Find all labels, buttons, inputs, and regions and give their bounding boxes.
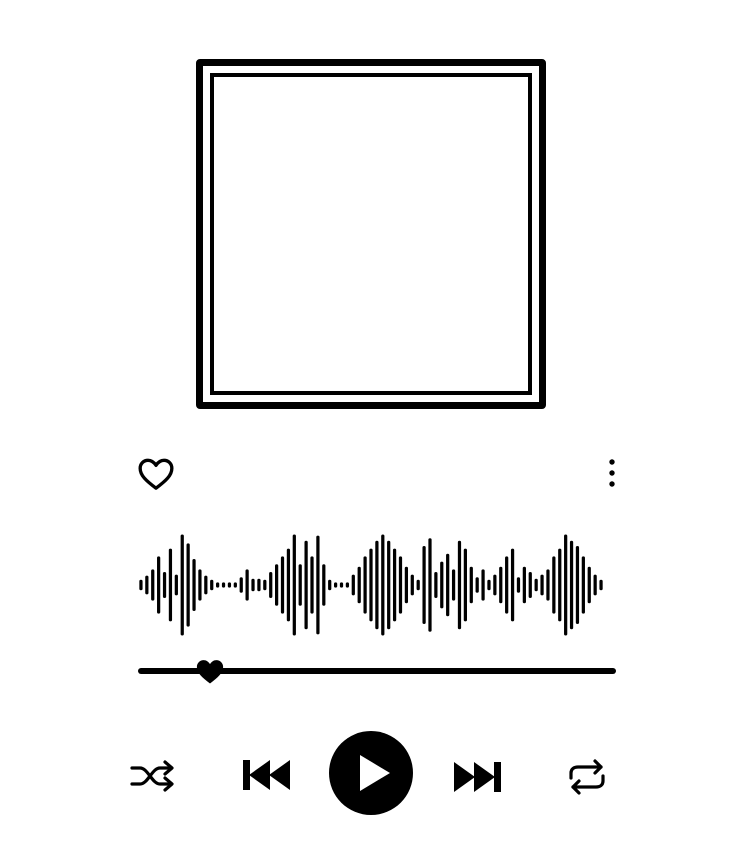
- waveform-bar: [546, 569, 550, 601]
- previous-icon: [243, 760, 290, 790]
- waveform-bar: [316, 535, 320, 635]
- waveform-bar: [251, 578, 255, 592]
- waveform-bar: [381, 534, 385, 636]
- waveform-bar: [469, 566, 473, 604]
- waveform-bar: [410, 574, 414, 596]
- waveform-bar: [180, 534, 184, 636]
- waveform-bar: [345, 582, 350, 588]
- waveform-bar: [369, 548, 373, 622]
- waveform-bar: [204, 575, 208, 595]
- seek-bar[interactable]: [138, 660, 616, 684]
- waveform-bar: [392, 548, 397, 622]
- next-button[interactable]: [450, 758, 504, 796]
- seek-thumb[interactable]: [195, 657, 225, 685]
- shuffle-button[interactable]: [128, 756, 178, 796]
- waveform-bar: [363, 556, 367, 614]
- waveform-bar: [510, 548, 515, 622]
- waveform-bar: [186, 543, 190, 627]
- waveform-bar: [387, 540, 391, 630]
- waveform-bar: [233, 582, 237, 588]
- waveform-bar: [145, 575, 149, 595]
- waveform-bar: [210, 579, 214, 591]
- like-button[interactable]: [136, 454, 176, 494]
- waveform-bar: [157, 556, 161, 614]
- waveform-bar: [339, 582, 344, 588]
- waveform-bar: [139, 579, 143, 591]
- album-art-placeholder: [210, 73, 532, 395]
- waveform-bar: [227, 582, 232, 588]
- waveform-bar: [304, 540, 308, 630]
- waveform-bar: [499, 566, 503, 604]
- waveform-bar: [245, 569, 249, 601]
- waveform-bar: [569, 540, 574, 630]
- waveform-bar: [280, 556, 285, 614]
- shuffle-icon: [130, 760, 174, 792]
- waveform-bar: [221, 582, 226, 588]
- waveform-bar: [333, 582, 338, 588]
- waveform-bar: [151, 569, 155, 601]
- waveform-bar: [416, 579, 420, 591]
- repeat-button[interactable]: [564, 756, 610, 798]
- waveform-bar: [162, 572, 167, 598]
- waveform-bar: [475, 577, 479, 593]
- waveform-bar: [481, 569, 485, 601]
- waveform-bar: [298, 564, 302, 606]
- waveform-bar: [440, 561, 444, 609]
- play-icon: [329, 731, 413, 815]
- heart-filled-icon: [196, 660, 223, 684]
- waveform-bar: [428, 538, 432, 632]
- waveform-bar: [239, 577, 243, 593]
- waveform-bar: [505, 556, 509, 614]
- waveform-bar: [192, 559, 196, 611]
- more-vertical-icon: [609, 459, 615, 487]
- waveform-bar: [599, 579, 603, 591]
- waveform-bar: [593, 574, 597, 596]
- waveform-bar: [257, 578, 261, 592]
- waveform-bar: [534, 578, 538, 592]
- waveform-bar: [269, 572, 273, 598]
- waveform-bar: [558, 548, 562, 622]
- waveform-bar: [422, 546, 426, 624]
- waveform-bar: [275, 564, 279, 606]
- waveform-bar: [434, 572, 438, 598]
- waveform-bar: [540, 574, 544, 596]
- waveform-bar: [463, 548, 467, 622]
- waveform-bar: [292, 534, 296, 636]
- waveform-bar: [404, 566, 409, 604]
- waveform-bar: [587, 566, 591, 604]
- waveform-bar: [322, 564, 326, 606]
- play-button[interactable]: [328, 730, 414, 816]
- waveform-bar: [575, 546, 580, 624]
- waveform-bar: [310, 556, 314, 614]
- waveform-bar: [457, 540, 462, 630]
- waveform-bar: [446, 553, 450, 617]
- waveform-bar: [451, 569, 456, 601]
- waveform-bar: [328, 579, 332, 591]
- previous-button[interactable]: [240, 756, 294, 794]
- waveform-bar: [198, 569, 202, 601]
- waveform-bar: [168, 548, 173, 622]
- audio-waveform: [139, 534, 603, 636]
- repeat-icon: [569, 759, 605, 795]
- album-art-frame: [196, 59, 546, 409]
- waveform-bar: [564, 534, 568, 636]
- waveform-bar: [398, 556, 403, 614]
- waveform-bar: [351, 574, 355, 596]
- waveform-bar: [286, 548, 291, 622]
- heart-outline-icon: [138, 458, 174, 490]
- waveform-bar: [522, 566, 526, 604]
- waveform-bar: [174, 574, 178, 596]
- waveform-bar: [216, 582, 220, 588]
- waveform-bar: [375, 540, 379, 630]
- waveform-bar: [528, 572, 532, 598]
- next-icon: [454, 762, 501, 792]
- waveform-bar: [357, 566, 361, 604]
- waveform-bar: [516, 577, 521, 593]
- more-options-button[interactable]: [600, 456, 624, 492]
- waveform-bar: [493, 574, 497, 596]
- waveform-bar: [487, 579, 491, 591]
- waveform-bar: [552, 556, 556, 614]
- waveform-bar: [581, 556, 585, 614]
- waveform-bar: [263, 579, 267, 591]
